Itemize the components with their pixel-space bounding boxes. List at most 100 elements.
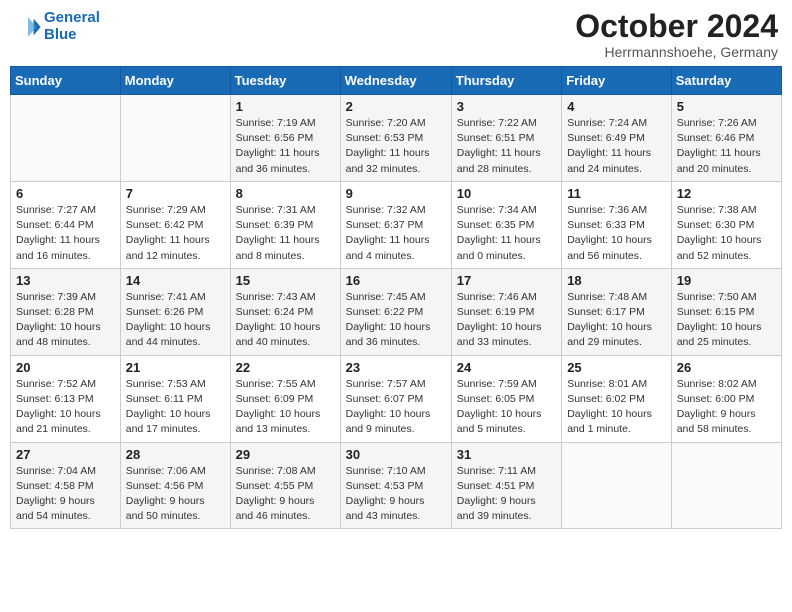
calendar-cell: 25Sunrise: 8:01 AMSunset: 6:02 PMDayligh… <box>562 355 672 442</box>
day-number: 7 <box>126 186 225 201</box>
calendar-cell: 24 Sunrise: 7:59 AMSunset: 6:05 PMDayligh… <box>451 355 561 442</box>
day-number: 11 <box>567 186 666 201</box>
day-info: Sunrise: 7:55 AMSunset: 6:09 PMDaylight:… <box>236 377 335 438</box>
weekday-header-sunday: Sunday <box>11 67 121 95</box>
day-info: Sunrise: 7:48 AMSunset: 6:17 PMDaylight:… <box>567 290 666 351</box>
day-info: Sunrise: 7:04 AMSunset: 4:58 PMDaylight:… <box>16 464 115 525</box>
day-info: Sunrise: 7:22 AMSunset: 6:51 PMDaylight:… <box>457 116 556 177</box>
day-info: Sunrise: 7:31 AMSunset: 6:39 PMDaylight:… <box>236 203 335 264</box>
day-info: Sunrise: 7:32 AMSunset: 6:37 PMDaylight:… <box>346 203 446 264</box>
weekday-header-row: SundayMondayTuesdayWednesdayThursdayFrid… <box>11 67 782 95</box>
day-info: Sunrise: 7:29 AMSunset: 6:42 PMDaylight:… <box>126 203 225 264</box>
day-info: Sunrise: 7:20 AMSunset: 6:53 PMDaylight:… <box>346 116 446 177</box>
day-number: 4 <box>567 99 666 114</box>
day-info: Sunrise: 7:36 AMSunset: 6:33 PMDaylight:… <box>567 203 666 264</box>
location: Herrmannshoehe, Germany <box>575 44 778 60</box>
day-number: 19 <box>677 273 776 288</box>
calendar-cell: 31Sunrise: 7:11 AMSunset: 4:51 PMDayligh… <box>451 442 561 529</box>
day-number: 16 <box>346 273 446 288</box>
calendar-cell: 20 Sunrise: 7:52 AMSunset: 6:13 PMDayligh… <box>11 355 121 442</box>
day-number: 10 <box>457 186 556 201</box>
day-info: Sunrise: 7:41 AMSunset: 6:26 PMDaylight:… <box>126 290 225 351</box>
day-number: 21 <box>126 360 225 375</box>
calendar-cell: 29 Sunrise: 7:08 AMSunset: 4:55 PMDayligh… <box>230 442 340 529</box>
logo-line1: General <box>44 9 100 26</box>
day-number: 29 <box>236 447 335 462</box>
calendar-cell: 11 Sunrise: 7:36 AMSunset: 6:33 PMDayligh… <box>562 181 672 268</box>
week-row-3: 13 Sunrise: 7:39 AMSunset: 6:28 PMDayligh… <box>11 268 782 355</box>
month-title: October 2024 <box>575 10 778 42</box>
logo: General Blue <box>14 10 100 43</box>
day-info: Sunrise: 7:08 AMSunset: 4:55 PMDaylight:… <box>236 464 335 525</box>
calendar-cell: 23 Sunrise: 7:57 AMSunset: 6:07 PMDayligh… <box>340 355 451 442</box>
calendar-table: SundayMondayTuesdayWednesdayThursdayFrid… <box>10 66 782 529</box>
calendar-cell: 21 Sunrise: 7:53 AMSunset: 6:11 PMDayligh… <box>120 355 230 442</box>
day-info: Sunrise: 7:24 AMSunset: 6:49 PMDaylight:… <box>567 116 666 177</box>
day-number: 26 <box>677 360 776 375</box>
calendar-cell: 16Sunrise: 7:45 AMSunset: 6:22 PMDayligh… <box>340 268 451 355</box>
week-row-1: 1Sunrise: 7:19 AMSunset: 6:56 PMDaylight… <box>11 95 782 182</box>
day-info: Sunrise: 7:38 AMSunset: 6:30 PMDaylight:… <box>677 203 776 264</box>
day-info: Sunrise: 7:27 AMSunset: 6:44 PMDaylight:… <box>16 203 115 264</box>
day-number: 31 <box>457 447 556 462</box>
day-info: Sunrise: 7:06 AMSunset: 4:56 PMDaylight:… <box>126 464 225 525</box>
calendar-cell: 4 Sunrise: 7:24 AMSunset: 6:49 PMDaylight… <box>562 95 672 182</box>
logo-line2: Blue <box>44 26 77 43</box>
calendar-cell: 26 Sunrise: 8:02 AMSunset: 6:00 PMDayligh… <box>671 355 781 442</box>
day-info: Sunrise: 7:19 AMSunset: 6:56 PMDaylight:… <box>236 116 335 177</box>
calendar-cell <box>120 95 230 182</box>
day-number: 27 <box>16 447 115 462</box>
calendar-cell: 28 Sunrise: 7:06 AMSunset: 4:56 PMDayligh… <box>120 442 230 529</box>
page-header: General Blue October 2024 Herrmannshoehe… <box>10 10 782 60</box>
day-info: Sunrise: 7:57 AMSunset: 6:07 PMDaylight:… <box>346 377 446 438</box>
calendar-cell <box>562 442 672 529</box>
calendar-cell: 22Sunrise: 7:55 AMSunset: 6:09 PMDayligh… <box>230 355 340 442</box>
calendar-cell: 30Sunrise: 7:10 AMSunset: 4:53 PMDayligh… <box>340 442 451 529</box>
calendar-cell: 9 Sunrise: 7:32 AMSunset: 6:37 PMDaylight… <box>340 181 451 268</box>
calendar-cell: 15 Sunrise: 7:43 AMSunset: 6:24 PMDayligh… <box>230 268 340 355</box>
day-info: Sunrise: 7:59 AMSunset: 6:05 PMDaylight:… <box>457 377 556 438</box>
title-section: October 2024 Herrmannshoehe, Germany <box>575 10 778 60</box>
calendar-cell: 6 Sunrise: 7:27 AMSunset: 6:44 PMDaylight… <box>11 181 121 268</box>
calendar-cell <box>671 442 781 529</box>
day-number: 3 <box>457 99 556 114</box>
day-number: 2 <box>346 99 446 114</box>
day-number: 9 <box>346 186 446 201</box>
day-number: 24 <box>457 360 556 375</box>
day-number: 28 <box>126 447 225 462</box>
day-number: 5 <box>677 99 776 114</box>
week-row-5: 27 Sunrise: 7:04 AMSunset: 4:58 PMDayligh… <box>11 442 782 529</box>
day-info: Sunrise: 7:53 AMSunset: 6:11 PMDaylight:… <box>126 377 225 438</box>
day-info: Sunrise: 7:52 AMSunset: 6:13 PMDaylight:… <box>16 377 115 438</box>
day-number: 15 <box>236 273 335 288</box>
logo-text: General Blue <box>44 10 100 43</box>
day-number: 20 <box>16 360 115 375</box>
day-number: 13 <box>16 273 115 288</box>
calendar-cell: 17Sunrise: 7:46 AMSunset: 6:19 PMDayligh… <box>451 268 561 355</box>
week-row-4: 20 Sunrise: 7:52 AMSunset: 6:13 PMDayligh… <box>11 355 782 442</box>
day-info: Sunrise: 7:39 AMSunset: 6:28 PMDaylight:… <box>16 290 115 351</box>
weekday-header-wednesday: Wednesday <box>340 67 451 95</box>
calendar-cell: 7 Sunrise: 7:29 AMSunset: 6:42 PMDaylight… <box>120 181 230 268</box>
day-info: Sunrise: 7:43 AMSunset: 6:24 PMDaylight:… <box>236 290 335 351</box>
day-number: 23 <box>346 360 446 375</box>
calendar-cell: 1Sunrise: 7:19 AMSunset: 6:56 PMDaylight… <box>230 95 340 182</box>
calendar-cell: 27 Sunrise: 7:04 AMSunset: 4:58 PMDayligh… <box>11 442 121 529</box>
weekday-header-friday: Friday <box>562 67 672 95</box>
weekday-header-tuesday: Tuesday <box>230 67 340 95</box>
calendar-cell: 5 Sunrise: 7:26 AMSunset: 6:46 PMDaylight… <box>671 95 781 182</box>
day-info: Sunrise: 7:10 AMSunset: 4:53 PMDaylight:… <box>346 464 446 525</box>
day-number: 6 <box>16 186 115 201</box>
calendar-cell: 12Sunrise: 7:38 AMSunset: 6:30 PMDayligh… <box>671 181 781 268</box>
day-info: Sunrise: 7:34 AMSunset: 6:35 PMDaylight:… <box>457 203 556 264</box>
day-info: Sunrise: 8:01 AMSunset: 6:02 PMDaylight:… <box>567 377 666 438</box>
day-info: Sunrise: 7:26 AMSunset: 6:46 PMDaylight:… <box>677 116 776 177</box>
weekday-header-saturday: Saturday <box>671 67 781 95</box>
day-number: 18 <box>567 273 666 288</box>
calendar-cell: 19Sunrise: 7:50 AMSunset: 6:15 PMDayligh… <box>671 268 781 355</box>
calendar-cell: 13 Sunrise: 7:39 AMSunset: 6:28 PMDayligh… <box>11 268 121 355</box>
calendar-cell: 3 Sunrise: 7:22 AMSunset: 6:51 PMDaylight… <box>451 95 561 182</box>
weekday-header-thursday: Thursday <box>451 67 561 95</box>
weekday-header-monday: Monday <box>120 67 230 95</box>
day-info: Sunrise: 8:02 AMSunset: 6:00 PMDaylight:… <box>677 377 776 438</box>
